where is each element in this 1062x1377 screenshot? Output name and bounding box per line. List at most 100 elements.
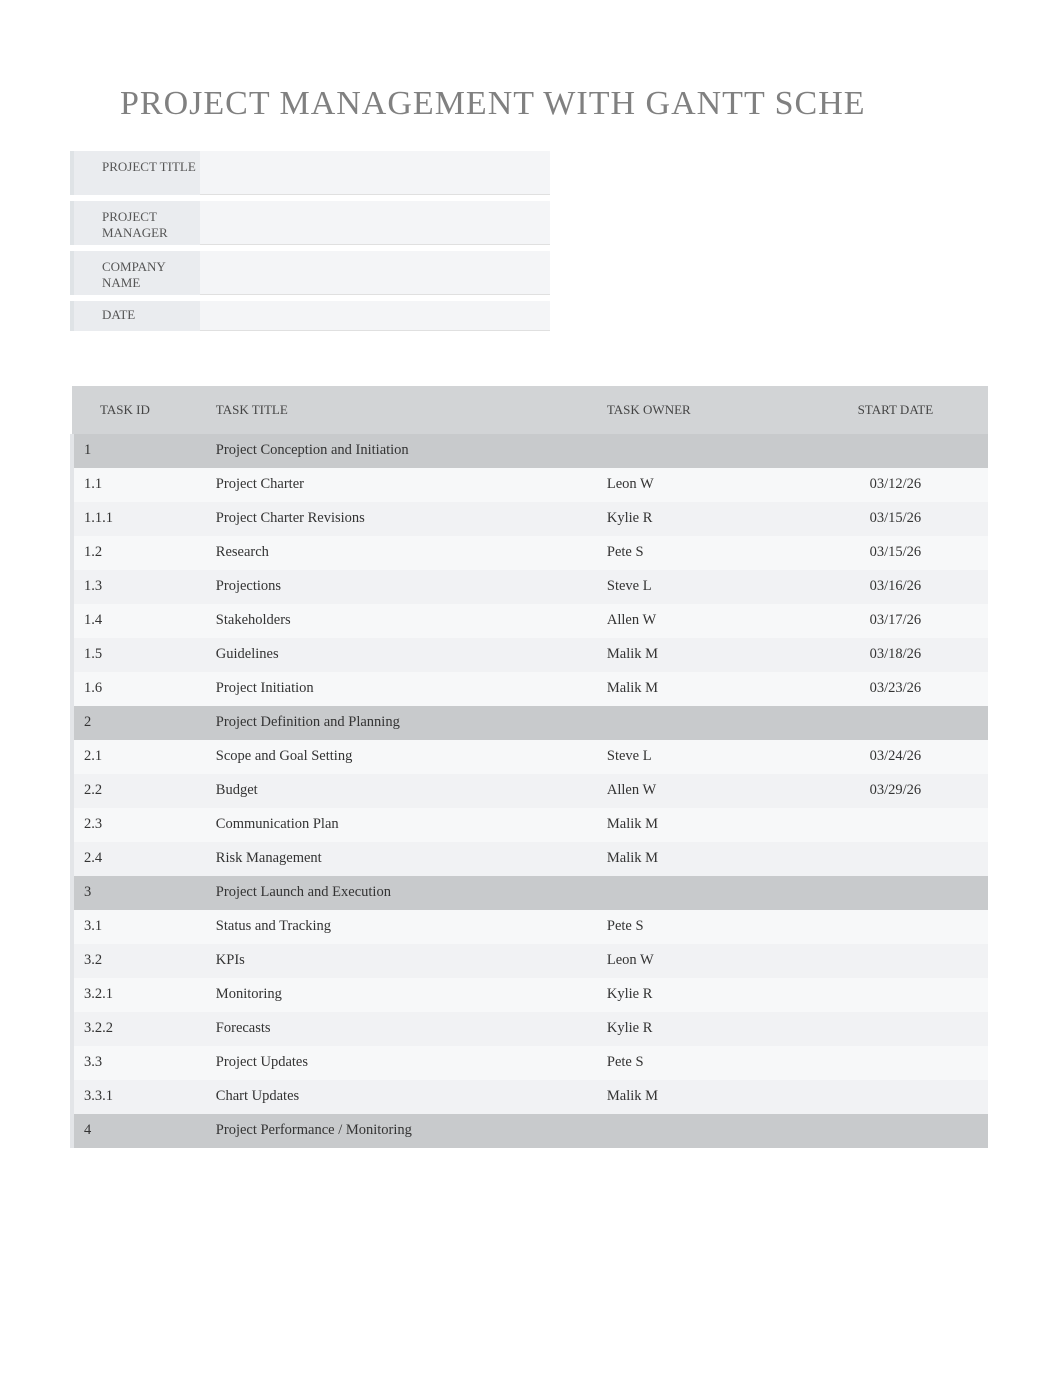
- task-title-cell: Risk Management: [206, 842, 597, 876]
- start-date-cell: [803, 1114, 988, 1148]
- task-title-cell: Project Charter: [206, 468, 597, 502]
- project-info-block: PROJECT TITLE PROJECT MANAGER COMPANY NA…: [70, 151, 1002, 331]
- page-title: PROJECT MANAGEMENT WITH GANTT SCHE: [120, 85, 1002, 123]
- task-table-header: TASK ID TASK TITLE TASK OWNER START DATE: [72, 386, 988, 434]
- start-date-cell: 03/23/26: [803, 672, 988, 706]
- task-owner-cell: Malik M: [597, 1080, 803, 1114]
- task-id-cell: 1: [72, 434, 206, 468]
- header-start-date: START DATE: [803, 386, 988, 434]
- info-row-company-name: COMPANY NAME: [70, 251, 1002, 295]
- start-date-cell: 03/12/26: [803, 468, 988, 502]
- task-owner-cell: Allen W: [597, 774, 803, 808]
- task-id-cell: 2.1: [72, 740, 206, 774]
- start-date-cell: 03/17/26: [803, 604, 988, 638]
- task-id-cell: 2.4: [72, 842, 206, 876]
- info-row-project-title: PROJECT TITLE: [70, 151, 1002, 195]
- task-table-body: 1Project Conception and Initiation1.1Pro…: [72, 434, 988, 1148]
- table-row: 2.4Risk ManagementMalik M: [72, 842, 988, 876]
- task-title-cell: Project Initiation: [206, 672, 597, 706]
- task-owner-cell: [597, 876, 803, 910]
- task-id-cell: 3.3.1: [72, 1080, 206, 1114]
- start-date-cell: [803, 706, 988, 740]
- task-id-cell: 1.1: [72, 468, 206, 502]
- task-id-cell: 3.2.1: [72, 978, 206, 1012]
- task-owner-cell: Leon W: [597, 944, 803, 978]
- task-id-cell: 1.1.1: [72, 502, 206, 536]
- table-row: 1.4StakeholdersAllen W03/17/26: [72, 604, 988, 638]
- task-owner-cell: [597, 434, 803, 468]
- task-owner-cell: Allen W: [597, 604, 803, 638]
- start-date-cell: 03/15/26: [803, 536, 988, 570]
- project-manager-label: PROJECT MANAGER: [70, 201, 200, 245]
- table-row: 1Project Conception and Initiation: [72, 434, 988, 468]
- header-task-title: TASK TITLE: [206, 386, 597, 434]
- task-id-cell: 3.2: [72, 944, 206, 978]
- table-row: 1.5GuidelinesMalik M03/18/26: [72, 638, 988, 672]
- task-owner-cell: Malik M: [597, 638, 803, 672]
- table-row: 3.1Status and TrackingPete S: [72, 910, 988, 944]
- task-title-cell: Status and Tracking: [206, 910, 597, 944]
- task-id-cell: 1.6: [72, 672, 206, 706]
- table-row: 2.3Communication PlanMalik M: [72, 808, 988, 842]
- table-row: 3.2KPIsLeon W: [72, 944, 988, 978]
- info-row-project-manager: PROJECT MANAGER: [70, 201, 1002, 245]
- task-id-cell: 4: [72, 1114, 206, 1148]
- task-title-cell: KPIs: [206, 944, 597, 978]
- task-id-cell: 1.2: [72, 536, 206, 570]
- task-id-cell: 3.2.2: [72, 1012, 206, 1046]
- task-owner-cell: Pete S: [597, 536, 803, 570]
- table-row: 3.3.1Chart UpdatesMalik M: [72, 1080, 988, 1114]
- task-id-cell: 3: [72, 876, 206, 910]
- start-date-cell: [803, 910, 988, 944]
- company-name-value[interactable]: [200, 251, 550, 295]
- start-date-cell: [803, 1080, 988, 1114]
- task-id-cell: 1.4: [72, 604, 206, 638]
- table-row: 3.2.2ForecastsKylie R: [72, 1012, 988, 1046]
- start-date-cell: [803, 808, 988, 842]
- date-value[interactable]: [200, 301, 550, 331]
- start-date-cell: 03/18/26: [803, 638, 988, 672]
- task-title-cell: Project Definition and Planning: [206, 706, 597, 740]
- table-row: 4Project Performance / Monitoring: [72, 1114, 988, 1148]
- task-id-cell: 2.3: [72, 808, 206, 842]
- task-owner-cell: Malik M: [597, 672, 803, 706]
- info-row-date: DATE: [70, 301, 1002, 331]
- project-title-label: PROJECT TITLE: [70, 151, 200, 195]
- start-date-cell: [803, 842, 988, 876]
- project-title-value[interactable]: [200, 151, 550, 195]
- start-date-cell: [803, 1046, 988, 1080]
- task-owner-cell: Malik M: [597, 842, 803, 876]
- table-row: 2.2BudgetAllen W03/29/26: [72, 774, 988, 808]
- table-row: 3.2.1MonitoringKylie R: [72, 978, 988, 1012]
- task-id-cell: 3.1: [72, 910, 206, 944]
- task-table: TASK ID TASK TITLE TASK OWNER START DATE…: [70, 386, 990, 1148]
- table-row: 3.3Project UpdatesPete S: [72, 1046, 988, 1080]
- start-date-cell: 03/24/26: [803, 740, 988, 774]
- header-task-owner: TASK OWNER: [597, 386, 803, 434]
- task-id-cell: 3.3: [72, 1046, 206, 1080]
- task-title-cell: Project Charter Revisions: [206, 502, 597, 536]
- task-title-cell: Monitoring: [206, 978, 597, 1012]
- start-date-cell: 03/16/26: [803, 570, 988, 604]
- table-row: 1.3ProjectionsSteve L03/16/26: [72, 570, 988, 604]
- task-title-cell: Projections: [206, 570, 597, 604]
- task-id-cell: 2.2: [72, 774, 206, 808]
- start-date-cell: 03/15/26: [803, 502, 988, 536]
- task-owner-cell: Kylie R: [597, 978, 803, 1012]
- table-row: 2.1Scope and Goal SettingSteve L03/24/26: [72, 740, 988, 774]
- task-owner-cell: Leon W: [597, 468, 803, 502]
- start-date-cell: [803, 876, 988, 910]
- task-title-cell: Stakeholders: [206, 604, 597, 638]
- header-task-id: TASK ID: [72, 386, 206, 434]
- task-owner-cell: [597, 706, 803, 740]
- table-row: 1.1Project CharterLeon W03/12/26: [72, 468, 988, 502]
- task-owner-cell: Steve L: [597, 740, 803, 774]
- task-owner-cell: Kylie R: [597, 1012, 803, 1046]
- project-manager-value[interactable]: [200, 201, 550, 245]
- task-title-cell: Communication Plan: [206, 808, 597, 842]
- task-title-cell: Scope and Goal Setting: [206, 740, 597, 774]
- task-title-cell: Research: [206, 536, 597, 570]
- start-date-cell: [803, 978, 988, 1012]
- task-owner-cell: Kylie R: [597, 502, 803, 536]
- start-date-cell: [803, 434, 988, 468]
